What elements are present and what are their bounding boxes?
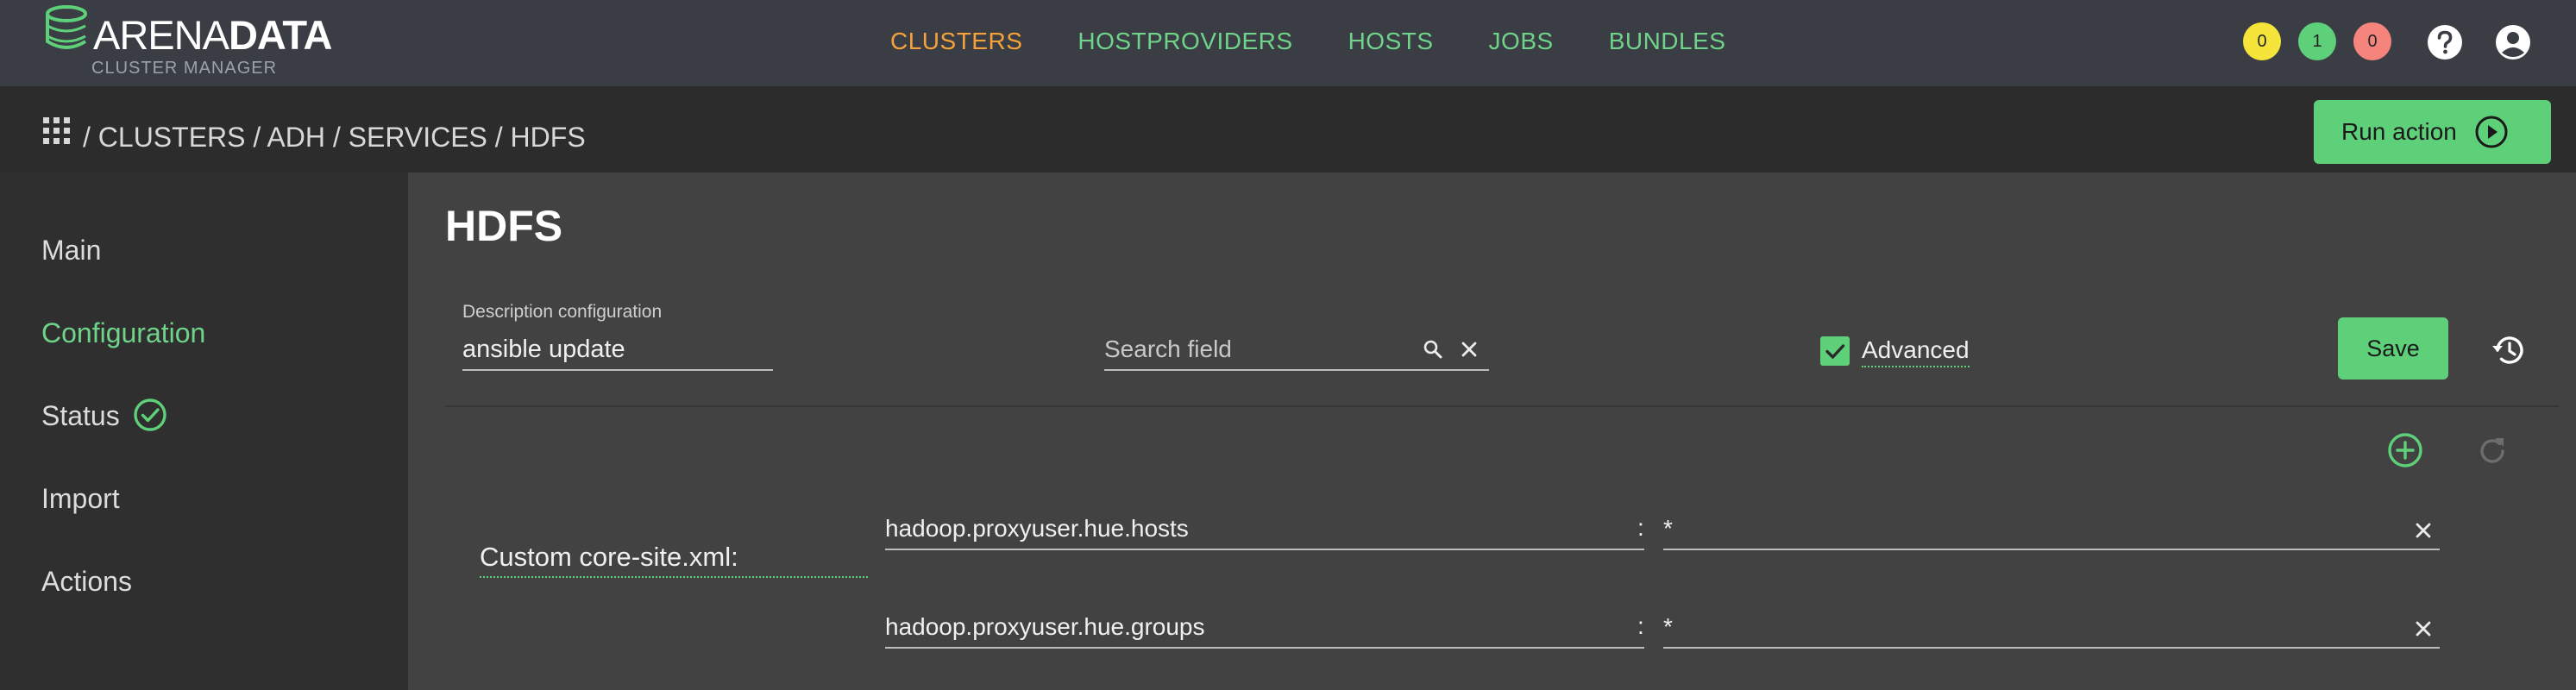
key-value-separator: : <box>1637 514 1644 541</box>
clear-search-icon[interactable] <box>1458 338 1480 361</box>
success-jobs-badge[interactable]: 1 <box>2298 22 2336 60</box>
sidebar-item-main[interactable]: Main <box>41 231 101 269</box>
top-navbar: ARENADATA CLUSTER MANAGER CLUSTERS HOSTP… <box>0 0 2576 86</box>
description-input[interactable] <box>462 329 773 371</box>
nav-hostproviders[interactable]: HOSTPROVIDERS <box>1078 24 1292 59</box>
breadcrumb-separator: / <box>83 122 91 153</box>
logo-mark-icon <box>46 5 87 49</box>
nav-clusters[interactable]: CLUSTERS <box>890 24 1022 59</box>
breadcrumb-adh[interactable]: ADH <box>267 122 325 153</box>
key-value-separator: : <box>1637 612 1644 639</box>
add-field-icon[interactable] <box>2386 431 2424 469</box>
save-button[interactable]: Save <box>2338 317 2448 380</box>
sidebar-item-configuration[interactable]: Configuration <box>41 314 205 352</box>
config-value-input[interactable] <box>1663 509 2440 550</box>
main-nav: CLUSTERS HOSTPROVIDERS HOSTS JOBS BUNDLE… <box>890 24 1725 59</box>
service-sidebar: Main Configuration Status Import Actions <box>0 172 408 690</box>
job-status-badges: 0 1 0 <box>2243 22 2391 60</box>
reset-icon <box>2480 438 2504 463</box>
status-ok-icon <box>133 398 166 431</box>
logo-subtitle: CLUSTER MANAGER <box>91 59 278 78</box>
sidebar-item-label: Status <box>41 400 120 431</box>
page-title: HDFS <box>445 202 563 250</box>
sidebar-item-actions[interactable]: Actions <box>41 562 132 600</box>
help-icon[interactable] <box>2426 23 2464 61</box>
logo-word-data: DATA <box>228 12 333 58</box>
play-circle-icon <box>2475 116 2508 148</box>
run-action-label: Run action <box>2341 118 2457 145</box>
config-value-input[interactable] <box>1663 607 2440 649</box>
advanced-label[interactable]: Advanced <box>1862 335 1970 367</box>
app-logo[interactable]: ARENADATA CLUSTER MANAGER <box>43 3 341 79</box>
breadcrumb-services[interactable]: SERVICES <box>349 122 487 153</box>
config-key-input[interactable] <box>885 607 1644 649</box>
breadcrumb-clusters[interactable]: CLUSTERS <box>98 122 246 153</box>
clear-value-icon[interactable] <box>2412 618 2435 640</box>
checkmark-icon <box>1825 344 1845 359</box>
breadcrumb-separator: / <box>253 122 261 153</box>
nav-jobs[interactable]: JOBS <box>1489 24 1554 59</box>
breadcrumb-separator: / <box>494 122 503 153</box>
sidebar-item-status[interactable]: Status <box>41 397 167 435</box>
config-key-input[interactable] <box>885 509 1644 550</box>
search-icon <box>1423 340 1442 359</box>
toolbar-divider <box>445 405 2559 407</box>
clear-value-icon[interactable] <box>2412 519 2435 542</box>
breadcrumb-separator: / <box>332 122 341 153</box>
logo-wordmark: ARENADATA <box>93 14 332 57</box>
history-icon[interactable] <box>2490 331 2528 369</box>
apps-grid-icon[interactable] <box>43 117 71 145</box>
failed-jobs-badge[interactable]: 0 <box>2353 22 2391 60</box>
running-jobs-badge[interactable]: 0 <box>2243 22 2281 60</box>
run-action-button[interactable]: Run action <box>2314 100 2551 164</box>
account-icon[interactable] <box>2494 23 2532 61</box>
nav-hosts[interactable]: HOSTS <box>1348 24 1434 59</box>
advanced-checkbox[interactable] <box>1820 336 1850 366</box>
description-label: Description configuration <box>462 302 663 322</box>
nav-bundles[interactable]: BUNDLES <box>1609 24 1726 59</box>
breadcrumb: / CLUSTERS / ADH / SERVICES / HDFS <box>83 119 586 155</box>
logo-word-arena: ARENA <box>93 12 229 58</box>
config-group-label[interactable]: Custom core-site.xml: <box>480 538 868 578</box>
breadcrumb-hdfs[interactable]: HDFS <box>511 122 586 153</box>
sidebar-item-import[interactable]: Import <box>41 480 120 518</box>
